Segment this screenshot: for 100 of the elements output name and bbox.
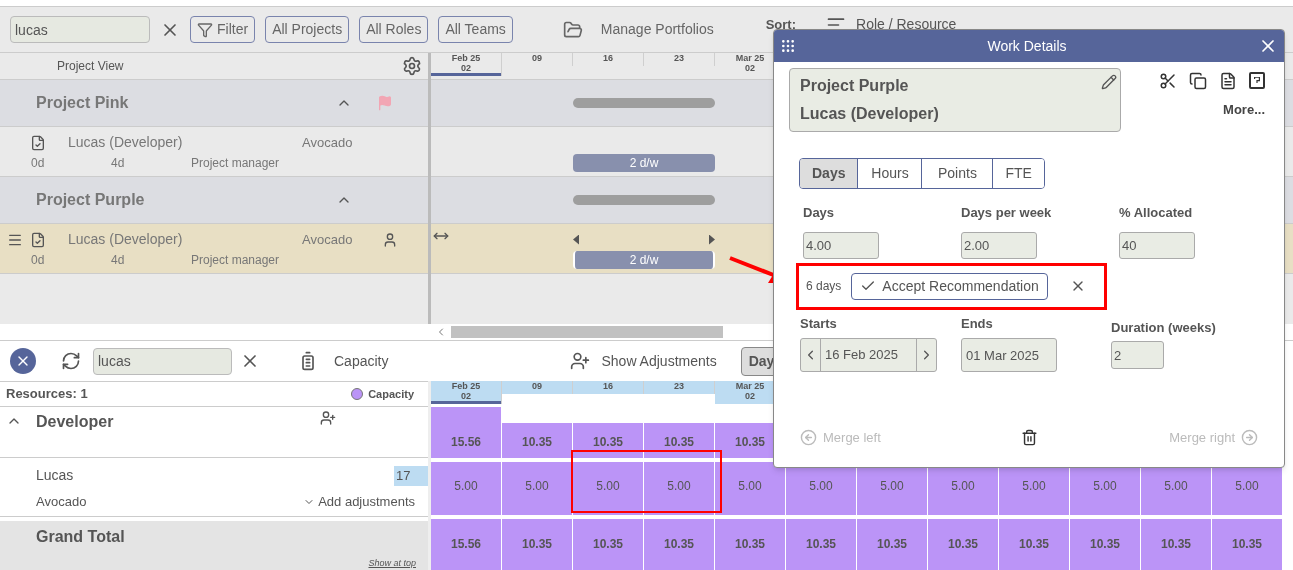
project-title[interactable]: Project Pink	[36, 91, 336, 115]
field-label: Ends	[961, 314, 994, 333]
allocation-cell[interactable]: 5.00	[715, 462, 786, 515]
capacity-badge: 17	[394, 466, 428, 486]
show-at-top-link[interactable]: Show at top	[368, 557, 416, 570]
week-label: 16	[603, 53, 613, 63]
add-adjustments-link[interactable]: Add adjustments	[318, 492, 415, 512]
end-date-field[interactable]: 01 Mar 2025	[961, 338, 1057, 372]
resource-name: Lucas	[36, 466, 74, 486]
more-link[interactable]: More...	[1223, 100, 1265, 120]
arrow-right-circle-icon	[1241, 429, 1258, 447]
cut-icon[interactable]	[1159, 72, 1177, 90]
total-cell: 10.35	[502, 519, 573, 570]
search-field[interactable]: lucas	[93, 347, 232, 375]
total-cell: 10.35	[857, 519, 928, 570]
team-name: Avocado	[36, 493, 87, 512]
capacity-cell-text: 10.35	[521, 434, 553, 451]
allocation-bar[interactable]: 2 d/w	[573, 250, 715, 269]
total-cell: 10.35	[928, 519, 999, 570]
week-label: Feb 25 02	[451, 381, 481, 401]
total-cell: 10.35	[1141, 519, 1212, 570]
add-person-icon[interactable]	[320, 410, 336, 426]
start-date: 16 Feb 2025	[824, 346, 899, 365]
copy-icon[interactable]	[1189, 72, 1207, 90]
capacity-cell-text: 10.35	[663, 434, 695, 451]
allocation-cell[interactable]: 5.00	[502, 462, 573, 515]
task-icon[interactable]	[30, 231, 46, 248]
week-label: Feb 25 02	[451, 53, 481, 73]
refresh-icon[interactable]	[61, 351, 81, 371]
column-header: Project View	[57, 58, 124, 75]
week-label: 23	[674, 53, 684, 63]
project-header[interactable]: Project Purple	[0, 177, 428, 224]
arrow-left-circle-icon	[800, 429, 817, 447]
effort: 4d	[111, 154, 126, 172]
client-name: Avocado	[302, 230, 354, 249]
total-cell: 10.35	[1212, 519, 1283, 570]
capacity-cell-text: 15.56	[450, 434, 482, 451]
filter-button[interactable]: All Roles	[359, 16, 429, 43]
allocation-bar[interactable]: 2 d/w	[573, 153, 715, 172]
total-cell: 15.56	[431, 519, 502, 570]
week-label: 09	[532, 381, 542, 391]
week-label: Mar 25 02	[735, 381, 765, 401]
dialog-title: Work Details	[986, 36, 1068, 56]
total-cell: 10.35	[786, 519, 857, 570]
week-label: Mar 25 02	[735, 53, 765, 73]
week-label: 23	[674, 381, 684, 391]
document-icon[interactable]	[1219, 72, 1237, 90]
total-cell: 10.35	[573, 519, 644, 570]
field-label: Days	[803, 204, 836, 222]
allocation-cell[interactable]: 5.00	[573, 462, 644, 515]
capacity-label[interactable]: Capacity	[334, 350, 389, 372]
total-cell: 10.35	[715, 519, 786, 570]
recommendation-text: 6 days	[806, 278, 842, 295]
group-title: Developer	[36, 412, 115, 432]
filter-button[interactable]: Filter	[190, 16, 256, 43]
date-stepper[interactable]: 16 Feb 2025	[800, 338, 937, 372]
unit-tab[interactable]: FTE	[992, 159, 1044, 188]
field-label: Days per week	[961, 204, 1053, 222]
total-cell: 10.35	[999, 519, 1070, 570]
role: Project manager	[191, 251, 280, 269]
capacity-cell-text: 10.35	[734, 434, 766, 451]
edit-icon[interactable]	[1101, 74, 1117, 90]
search-field[interactable]: lucas	[10, 16, 150, 43]
number-field[interactable]: 4.00	[803, 231, 879, 259]
drag-grip-icon[interactable]	[780, 38, 796, 54]
field-label: % Allocated	[1119, 204, 1194, 222]
resource-count: Resources: 1	[6, 385, 88, 404]
number-field[interactable]: 40	[1119, 231, 1195, 259]
add-person-icon[interactable]	[570, 351, 591, 371]
person-icon[interactable]	[382, 231, 398, 248]
resource-name: Lucas (Developer)	[68, 133, 184, 152]
total-cell: 10.35	[644, 519, 715, 570]
capacity-cell-text: 10.35	[592, 434, 624, 451]
start-offset: 0d	[31, 154, 46, 172]
filter-icon	[197, 21, 213, 38]
settings-icon[interactable]	[402, 56, 422, 76]
project-title[interactable]: Project Purple	[36, 188, 336, 212]
accept-recommendation-button[interactable]: Accept Recommendation	[851, 272, 1048, 300]
filter-button[interactable]: All Teams	[438, 16, 513, 43]
allocation-cell[interactable]: 5.00	[431, 462, 502, 515]
allocation-cell[interactable]: 5.00	[644, 462, 715, 515]
task-icon[interactable]	[30, 134, 46, 151]
sort-label: Sort:	[765, 15, 797, 34]
unit-tab[interactable]: Days	[800, 159, 858, 188]
week-label: 16	[603, 381, 613, 391]
grand-total-title: Grand Total	[36, 527, 126, 547]
project-header[interactable]: Project Pink	[0, 80, 428, 127]
filter-button[interactable]: All Projects	[265, 16, 350, 43]
duration-field[interactable]: 2	[1111, 341, 1164, 369]
week-label: 09	[532, 53, 542, 63]
client-name: Avocado	[302, 133, 354, 152]
assignment-row[interactable]: Lucas (Developer) Avocado 0d 4d Project manager	[0, 224, 428, 274]
manage-portfolios-link[interactable]: Manage Portfolios	[600, 19, 714, 40]
effort: 4d	[111, 251, 126, 269]
start-offset: 0d	[31, 251, 46, 269]
resource-name: Lucas (Developer)	[800, 104, 939, 124]
number-field[interactable]: 2.00	[961, 231, 1037, 259]
show-adjustments-button[interactable]: Show Adjustments	[601, 350, 717, 372]
delete-icon[interactable]	[1020, 429, 1038, 447]
scrollbar-thumb[interactable]	[451, 325, 723, 338]
